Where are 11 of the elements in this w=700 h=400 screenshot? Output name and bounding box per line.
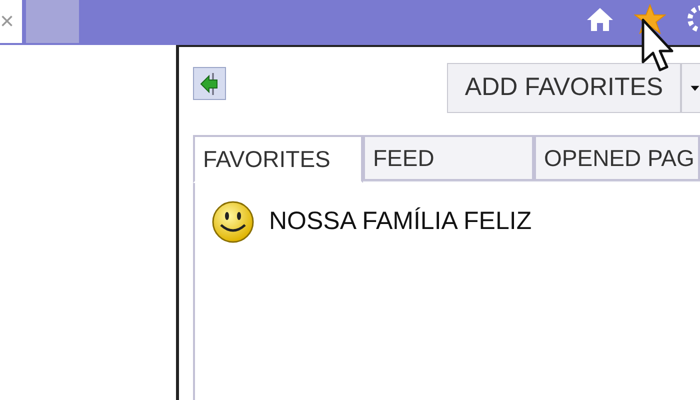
panel-tab[interactable]: OPENED PAG xyxy=(534,135,700,181)
settings-icon[interactable] xyxy=(686,4,700,34)
home-icon[interactable] xyxy=(586,6,614,32)
pin-button[interactable] xyxy=(193,67,226,100)
favorite-link[interactable]: NOSSA FAMÍLIA FELIZ xyxy=(269,203,532,241)
panel-tab[interactable]: FAVORITES xyxy=(193,135,363,183)
arrow-icon xyxy=(198,70,220,96)
smiley-icon xyxy=(211,200,255,244)
panel-tab[interactable]: FEED xyxy=(363,135,534,181)
dropdown-button[interactable] xyxy=(681,63,700,113)
add-favorites-button[interactable]: ADD FAVORITES xyxy=(447,63,681,113)
